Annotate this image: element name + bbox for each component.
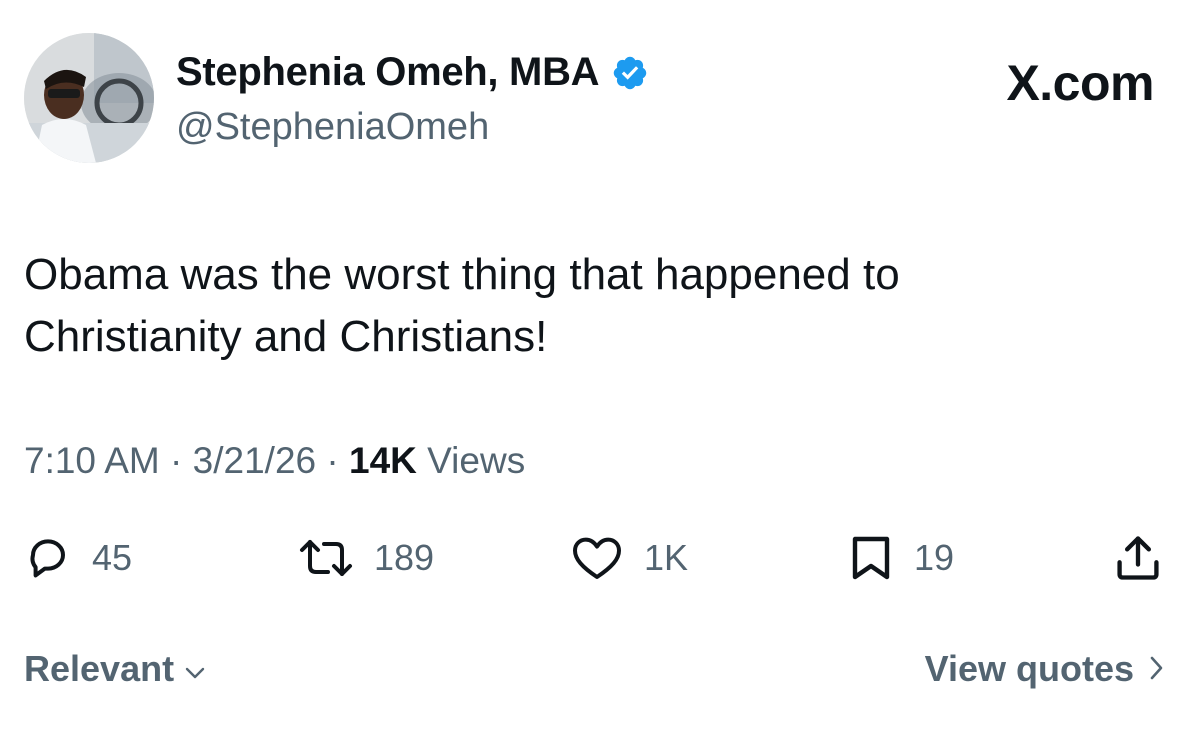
tweet-time[interactable]: 7:10 AM	[24, 440, 160, 481]
chevron-right-icon	[1148, 648, 1164, 690]
tweet-text-line: Obama was the worst thing that happened …	[24, 250, 900, 299]
tweet-text: Obama was the worst thing that happened …	[24, 244, 1144, 368]
meta-separator: ·	[159, 440, 193, 481]
reply-button[interactable]: 45	[24, 530, 132, 586]
share-button[interactable]	[1112, 530, 1164, 586]
repost-count: 189	[374, 537, 435, 578]
avatar[interactable]	[24, 33, 154, 163]
reply-icon	[24, 534, 72, 582]
author-handle[interactable]: @StepheniaOmeh	[176, 106, 489, 149]
avatar-image	[24, 33, 154, 163]
like-count: 1K	[644, 537, 689, 578]
tweet-date[interactable]: 3/21/26	[193, 440, 316, 481]
sort-relevant-button[interactable]: Relevant	[24, 648, 206, 690]
author-display-name[interactable]: Stephenia Omeh, MBA	[176, 50, 600, 95]
like-button[interactable]: 1K	[570, 530, 688, 586]
repost-button[interactable]: 189	[298, 530, 434, 586]
view-quotes-label: View quotes	[924, 648, 1134, 689]
tweet-meta: 7:10 AM · 3/21/26 · 14K Views	[24, 440, 525, 482]
share-icon	[1112, 532, 1164, 584]
views-label: Views	[416, 440, 526, 481]
tweet-text-line: Christianity and Christians!	[24, 312, 548, 361]
reply-count: 45	[92, 537, 133, 578]
sort-label: Relevant	[24, 648, 175, 689]
author-name-row[interactable]: Stephenia Omeh, MBA	[176, 50, 649, 95]
heart-icon	[570, 534, 624, 582]
bookmark-button[interactable]: 19	[848, 530, 954, 586]
action-bar: 45 189 1K 19	[0, 530, 1200, 590]
bookmark-icon	[848, 534, 894, 582]
views-count: 14K	[349, 440, 417, 481]
repost-icon	[298, 534, 354, 582]
verified-badge-icon	[611, 54, 649, 92]
x-com-logo: X.com	[1006, 55, 1154, 111]
view-quotes-button[interactable]: View quotes	[925, 648, 1164, 690]
bookmark-count: 19	[914, 537, 955, 578]
meta-separator: ·	[316, 440, 349, 481]
chevron-down-icon	[184, 648, 206, 690]
